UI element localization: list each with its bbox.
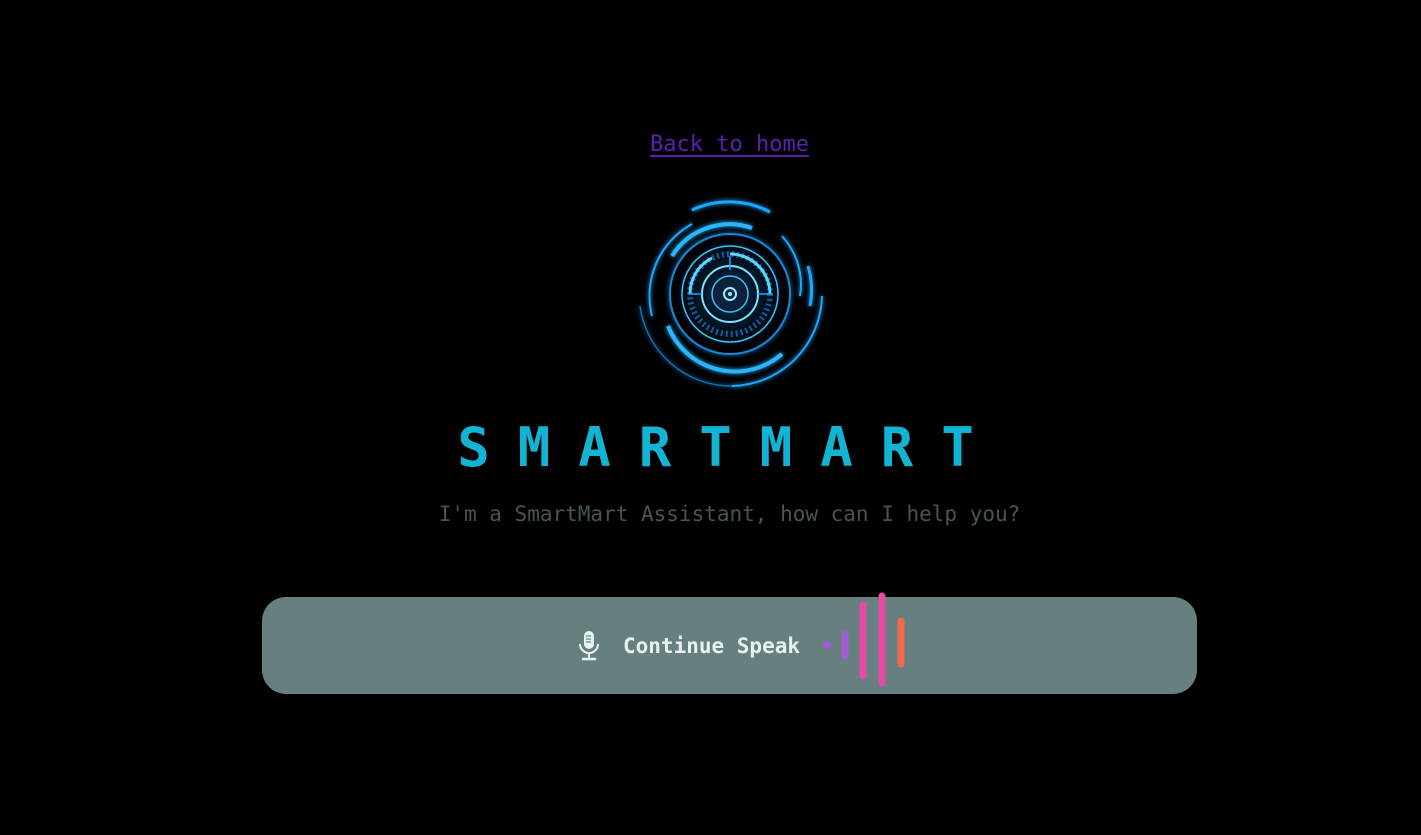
back-to-home-label[interactable]: Back to home bbox=[650, 132, 809, 157]
brand-title: SMARTMART bbox=[457, 416, 1002, 479]
microphone-icon bbox=[579, 631, 599, 661]
continue-speak-label: Continue Speak bbox=[623, 634, 801, 658]
assistant-logo-icon bbox=[639, 200, 823, 387]
voice-wave-icon bbox=[823, 592, 905, 687]
back-to-home-link: Back to home bbox=[0, 132, 1421, 157]
assistant-greeting: I'm a SmartMart Assistant, how can I hel… bbox=[438, 502, 1021, 526]
